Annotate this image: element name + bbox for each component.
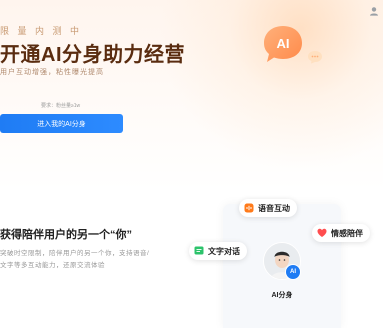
small-chat-bubble-icon — [308, 51, 322, 64]
text-chat-chip: 文字对话 — [189, 242, 247, 260]
avatar-name: AI分身 — [271, 292, 293, 299]
voice-chip-label: 语音互动 — [258, 203, 290, 213]
beta-label: 限 量 内 测 中 — [0, 26, 83, 36]
ai-chat-bubble-icon: AI — [264, 26, 302, 62]
emotional-companion-chip: 情感陪伴 — [312, 224, 370, 242]
section-description: 突破时空限制，陪伴用户的另一个你，支持语音/文字等多互动能力，还原交流体验 — [0, 250, 150, 269]
svg-text:AI: AI — [277, 36, 290, 51]
page-title: 开通AI分身助力经营 — [0, 44, 185, 66]
voice-icon — [244, 203, 254, 213]
text-chip-label: 文字对话 — [208, 246, 240, 256]
enter-ai-avatar-button[interactable]: 进入我的AI分身 — [0, 114, 123, 133]
text-chat-icon — [194, 246, 204, 255]
requirement-hint: 要求：粉丝量≥1w — [41, 103, 81, 109]
page-subtitle: 用户互动增强，粘性曝光提高 — [0, 69, 104, 76]
ai-badge: AI — [285, 264, 301, 280]
heart-icon — [317, 228, 327, 237]
section-title: 获得陪伴用户的另一个“你” — [0, 229, 132, 241]
emotion-chip-label: 情感陪伴 — [331, 228, 363, 238]
voice-interaction-chip: 语音互动 — [239, 199, 297, 217]
user-icon[interactable] — [369, 6, 379, 16]
